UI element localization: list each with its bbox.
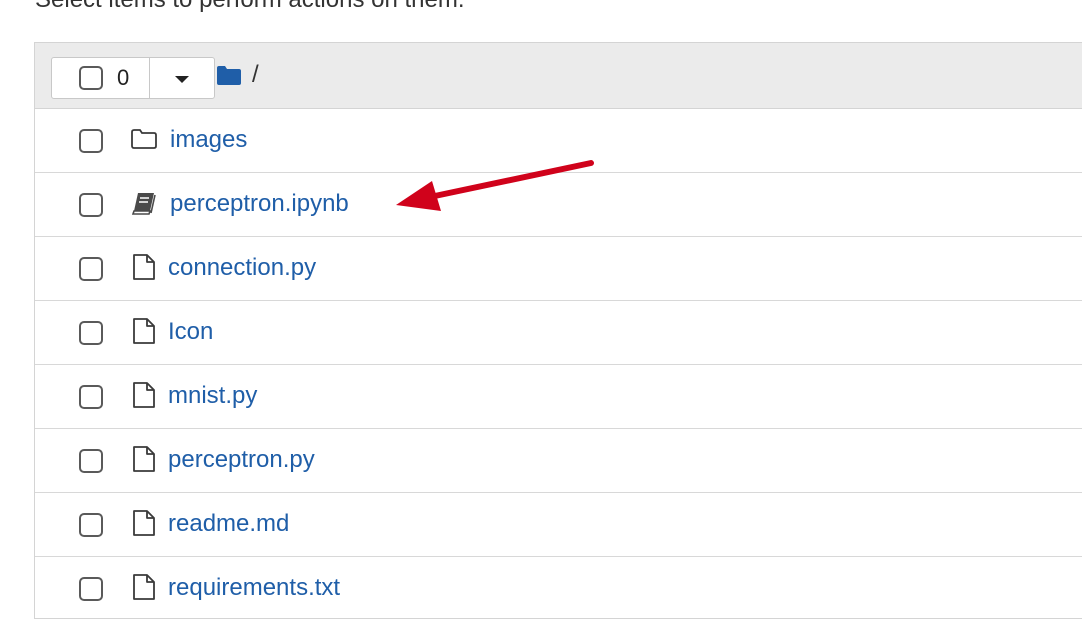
file-name-link[interactable]: images [170, 126, 247, 154]
file-name-link[interactable]: perceptron.ipynb [170, 190, 349, 218]
list-item-notebook[interactable]: perceptron.ipynb [35, 173, 1082, 237]
row-checkbox[interactable] [79, 513, 103, 537]
file-icon [133, 510, 155, 536]
list-item-file[interactable]: connection.py [35, 237, 1082, 301]
row-checkbox[interactable] [79, 257, 103, 281]
select-dropdown-button[interactable] [150, 58, 214, 98]
list-item-file[interactable]: perceptron.py [35, 429, 1082, 493]
list-item-images[interactable]: images [35, 109, 1082, 173]
file-name-link[interactable]: Icon [168, 318, 213, 346]
file-browser-page: Select items to perform actions on them.… [0, 0, 1082, 620]
file-icon [133, 318, 155, 344]
row-checkbox[interactable] [79, 129, 103, 153]
list-item-file[interactable]: readme.md [35, 493, 1082, 557]
folder-icon [131, 129, 157, 149]
file-name-link[interactable]: requirements.txt [168, 574, 340, 602]
file-name-link[interactable]: connection.py [168, 254, 316, 282]
file-icon [133, 574, 155, 600]
row-checkbox[interactable] [79, 385, 103, 409]
file-icon [133, 446, 155, 472]
select-all-button[interactable]: 0 [52, 58, 150, 98]
file-list-panel: 0 / images perceptron.ipynb connection.p… [34, 42, 1082, 619]
list-item-file[interactable]: requirements.txt [35, 557, 1082, 620]
row-checkbox[interactable] [79, 321, 103, 345]
caret-down-icon [175, 76, 189, 83]
file-name-link[interactable]: readme.md [168, 510, 289, 538]
file-icon [133, 254, 155, 280]
list-item-file[interactable]: Icon [35, 301, 1082, 365]
file-icon [133, 382, 155, 408]
select-all-group: 0 [51, 57, 215, 99]
row-checkbox[interactable] [79, 577, 103, 601]
list-item-file[interactable]: mnist.py [35, 365, 1082, 429]
folder-filled-icon [217, 66, 241, 85]
instruction-text: Select items to perform actions on them. [35, 0, 465, 14]
row-checkbox[interactable] [79, 193, 103, 217]
row-checkbox[interactable] [79, 449, 103, 473]
select-all-checkbox[interactable] [79, 66, 103, 90]
file-name-link[interactable]: mnist.py [168, 382, 257, 410]
file-list-header: 0 / [35, 43, 1082, 109]
notebook-icon [131, 193, 156, 215]
breadcrumb[interactable]: / [216, 61, 259, 89]
breadcrumb-root[interactable]: / [252, 61, 259, 89]
file-name-link[interactable]: perceptron.py [168, 446, 315, 474]
selected-count: 0 [117, 65, 130, 90]
